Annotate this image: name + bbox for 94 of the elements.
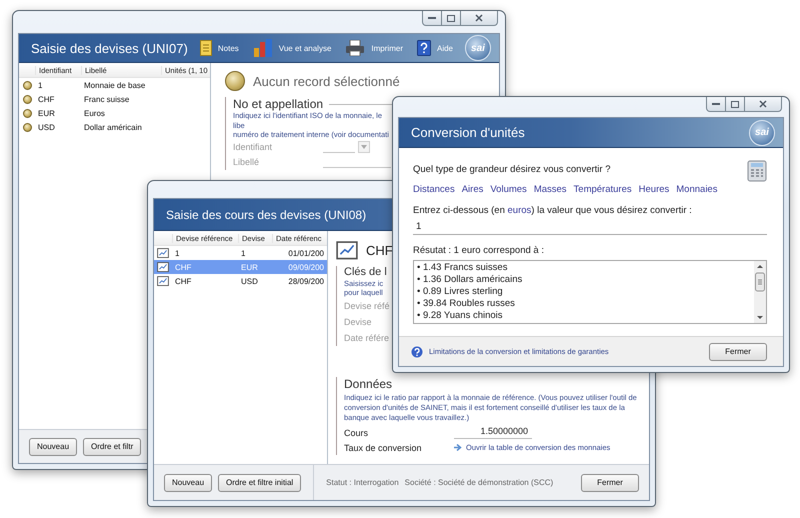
list-row[interactable]: USD Dollar américain [19, 120, 210, 134]
table-cell-text: Euros [83, 108, 106, 118]
caret-icon [361, 145, 367, 150]
result-item: • 0.89 Livres sterling [417, 286, 504, 298]
chart-icon [157, 262, 169, 272]
table-cell-text: 28/09/200 [287, 276, 325, 286]
field-label: Devise réfé [344, 300, 391, 311]
record-heading: Aucun record sélectionné [253, 74, 400, 88]
maximize-button[interactable] [441, 11, 461, 26]
maximize-icon [731, 100, 739, 108]
question-text: Quel type de grandeur désirez vous convertir ? [413, 164, 610, 175]
section-title: Clés de l [344, 266, 387, 279]
logo: sai [749, 120, 775, 146]
category-link[interactable]: Monnaies [676, 184, 718, 195]
table-cell-text: Monnaie de base [83, 80, 146, 90]
category-link[interactable]: Volumes [490, 184, 527, 195]
table-cell-text: CHF [37, 94, 56, 104]
table-cell-text: USD [240, 276, 259, 286]
minimize-button[interactable] [422, 11, 442, 26]
list-row[interactable]: EUR Euros [19, 106, 210, 120]
table-cell-text: CHF [174, 276, 192, 286]
printer-icon [345, 40, 366, 56]
status-text: Statut : Interrogation [326, 478, 399, 487]
table-cell-text: EUR [37, 108, 56, 118]
table-cell-text: Dollar américain [83, 122, 143, 132]
help-book-icon [416, 40, 431, 56]
close-icon [475, 14, 483, 22]
window-title: Saisie des cours des devises (UNI08) [166, 208, 366, 222]
close-dialog-button[interactable]: Fermer [581, 474, 639, 492]
result-item: • 1.36 Dollars américains [417, 274, 524, 286]
result-item: • 39.84 Roubles russes [417, 298, 516, 310]
category-link[interactable]: Aires [462, 184, 484, 195]
maximize-button[interactable] [725, 97, 745, 112]
category-link[interactable]: Températures [574, 184, 632, 195]
scrollbar[interactable] [754, 261, 766, 323]
bar-chart-icon [252, 39, 273, 57]
company-text: Société : Société de démonstration (SCC) [404, 478, 554, 487]
calculator-icon [747, 160, 767, 182]
table-cell-text: EUR [240, 262, 259, 272]
arrow-icon [454, 444, 462, 452]
table-cell-text: USD [37, 122, 56, 132]
field-label: Cours [344, 428, 370, 438]
table-cell-text: 1 [174, 248, 180, 258]
rate-field[interactable]: 1.50000000 [454, 426, 532, 440]
table-cell-text: 09/09/200 [287, 262, 325, 272]
field-label: Identifiant [233, 142, 274, 152]
category-link[interactable]: Heures [638, 184, 670, 195]
toolbar-button[interactable]: Vue et analyse [252, 39, 332, 57]
list-row[interactable]: CHF Franc suisse [19, 92, 210, 106]
action-button[interactable]: Ordre et filtre initial [218, 474, 302, 492]
field-label: Date référe [344, 332, 390, 343]
table-cell-text: CHF [174, 262, 192, 272]
section-title: Données [344, 377, 392, 392]
value-input[interactable]: 1 [413, 219, 767, 235]
chart-icon [157, 276, 169, 286]
logo: sai [465, 35, 491, 61]
field-label: Libellé [233, 157, 260, 168]
field-label: Devise [344, 316, 373, 327]
table-cell-text: 1 [37, 80, 44, 90]
maximize-icon [447, 14, 455, 22]
prompt-text: Entrez ci-dessous (en euros) la valeur que vous désirez convertir : [413, 205, 693, 216]
close-dialog-button[interactable]: Fermer [709, 342, 767, 360]
category-link[interactable]: Distances [413, 184, 455, 195]
result-label: Résutat : 1 euro correspond à : [413, 245, 545, 256]
record-title: CHF [366, 242, 393, 258]
unit-link[interactable]: euros [508, 205, 532, 216]
close-button[interactable] [460, 11, 498, 26]
action-button[interactable]: Nouveau [29, 438, 78, 456]
close-icon [759, 100, 767, 108]
result-item: • 1.43 Francs suisses [417, 262, 508, 274]
list-row[interactable]: 1 1 01/01/200 [154, 246, 327, 260]
table-cell-text: Franc suisse [83, 94, 130, 104]
category-link[interactable]: Masses [534, 184, 567, 195]
action-button[interactable]: Ordre et filtr [83, 438, 142, 456]
notepad-icon [200, 40, 212, 56]
close-button[interactable] [744, 97, 782, 112]
chart-icon [336, 241, 358, 260]
list-row[interactable]: CHF USD 28/09/200 [154, 274, 327, 288]
help-icon [411, 346, 423, 358]
list-row[interactable]: 1 Monnaie de base [19, 78, 210, 92]
chart-icon [157, 248, 169, 258]
section-title: No et appellation [233, 97, 324, 112]
result-item: • 9.28 Yuans chinois [417, 310, 504, 322]
toolbar-button[interactable]: Notes [200, 40, 239, 56]
table-cell-text: 01/01/200 [287, 248, 325, 258]
minimize-icon [712, 102, 720, 106]
window-title: Saisie des devises (UNI07) [31, 40, 188, 56]
minimize-button[interactable] [706, 97, 726, 112]
coin-icon [225, 71, 245, 91]
action-button[interactable]: Nouveau [164, 474, 212, 492]
field-label: Taux de conversion [344, 442, 423, 453]
table-cell-text: 1 [240, 248, 246, 258]
minimize-icon [428, 16, 436, 20]
window-title: Conversion d'unités [411, 125, 525, 140]
